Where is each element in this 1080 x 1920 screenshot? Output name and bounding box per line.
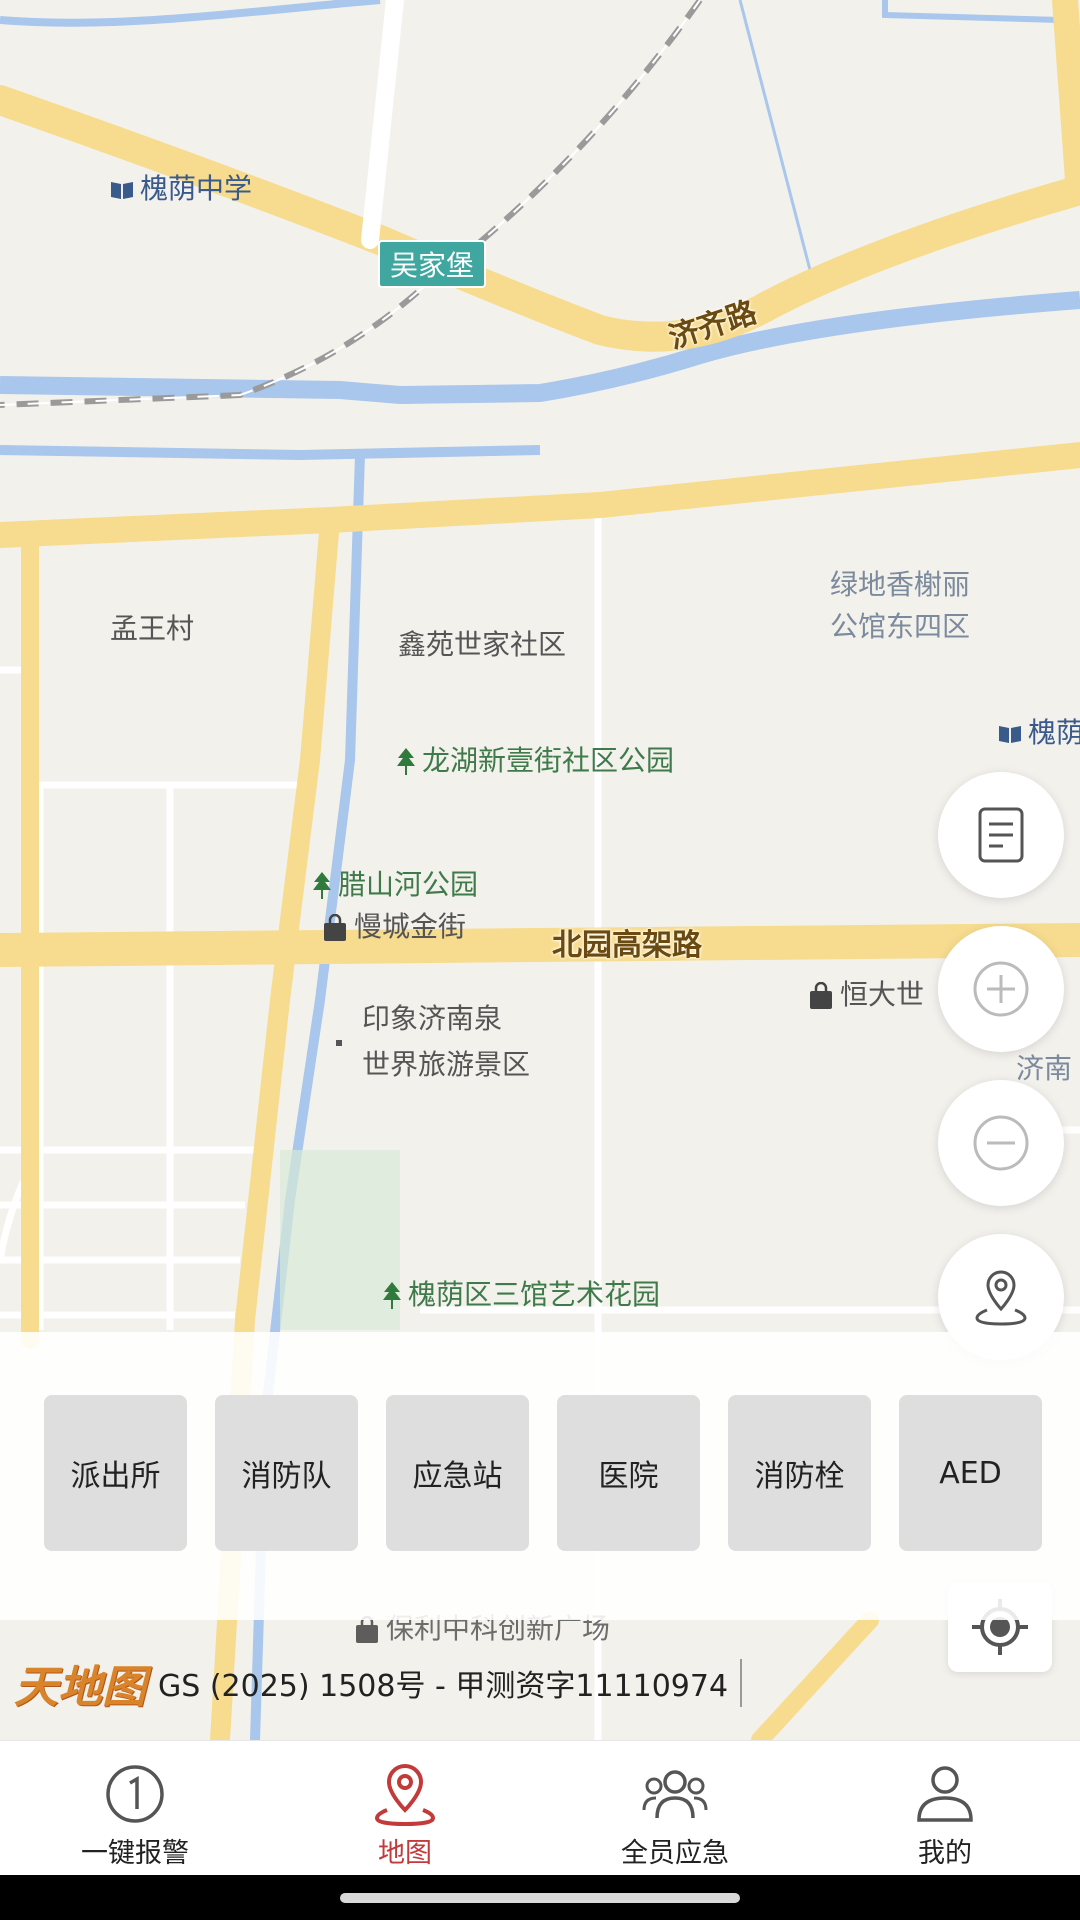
divider <box>740 1659 743 1707</box>
map-label-text: 腊山河公园 <box>338 868 479 901</box>
map-pin-icon <box>975 1270 1027 1326</box>
tianditu-logo: 天地图 <box>14 1662 146 1713</box>
map-label-text: 恒大世 <box>840 978 925 1011</box>
minus-circle-icon <box>973 1115 1029 1171</box>
document-icon <box>978 807 1024 863</box>
map-label-text: 世界旅游景区 <box>362 1047 531 1081</box>
nav-label: 全员应急 <box>621 1838 729 1869</box>
category-fire-brigade[interactable]: 消防队 <box>215 1395 358 1551</box>
home-indicator[interactable] <box>340 1893 740 1903</box>
zoom-out-button[interactable] <box>938 1080 1064 1206</box>
alarm-one-icon <box>106 1765 164 1823</box>
nav-label: 地图 <box>378 1838 432 1869</box>
shopping-bag-icon <box>324 914 346 941</box>
map-label-scenic[interactable]: 印象济南泉 世界旅游景区 <box>362 1002 530 1081</box>
category-emergency-station[interactable]: 应急站 <box>386 1395 529 1551</box>
plus-circle-icon <box>973 961 1029 1017</box>
legend-button[interactable] <box>938 772 1064 898</box>
map-label-text: 槐荫区三馆艺术花园 <box>408 1278 661 1311</box>
book-icon <box>111 182 133 199</box>
bottom-nav: 一键报警 地图 全员应急 我的 <box>0 1740 1080 1875</box>
map-label-text: 龙湖新壹街社区公园 <box>422 744 675 777</box>
tree-icon <box>383 1282 401 1309</box>
shopping-bag-icon <box>356 1616 378 1643</box>
map-label-text: 济南 <box>1016 1052 1073 1085</box>
nav-label: 我的 <box>918 1838 972 1869</box>
license-text: GS (2025) 1508号 - 甲测资字11110974 <box>158 1669 729 1704</box>
map-label-park[interactable]: 腊山河公园 <box>312 868 478 902</box>
category-fire-hydrant[interactable]: 消防栓 <box>728 1395 871 1551</box>
group-icon <box>642 1770 708 1819</box>
category-label: 应急站 <box>412 1459 503 1494</box>
station-badge[interactable]: 吴家堡 <box>378 240 487 288</box>
road-label: 北园高架路 <box>552 928 702 964</box>
map-label-community[interactable]: 鑫苑世家社区 <box>398 628 566 662</box>
map-label-school[interactable]: 槐荫 <box>998 716 1080 750</box>
category-label: 消防队 <box>241 1459 332 1494</box>
nav-map[interactable]: 地图 <box>270 1741 540 1876</box>
map-label-text: 慢城金街 <box>354 910 467 943</box>
map-label-text: 印象济南泉 <box>362 1002 503 1035</box>
map-label-shop[interactable]: 恒大世 <box>808 978 924 1012</box>
shopping-bag-icon <box>810 982 832 1009</box>
category-aed[interactable]: AED <box>899 1395 1042 1551</box>
user-icon <box>917 1766 973 1822</box>
zoom-in-button[interactable] <box>938 926 1064 1052</box>
map-label-text: 吴家堡 <box>390 249 475 282</box>
category-label: 派出所 <box>70 1459 161 1494</box>
map-label-text: 孟王村 <box>110 612 195 645</box>
nav-emergency[interactable]: 全员应急 <box>540 1741 810 1876</box>
nav-label: 一键报警 <box>81 1838 189 1869</box>
category-hospital[interactable]: 医院 <box>557 1395 700 1551</box>
map-label-text: 公馆东四区 <box>830 609 971 643</box>
map-label-text: 槐荫 <box>1028 716 1080 749</box>
map-label-text: 绿地香榭丽 <box>830 568 971 601</box>
book-icon <box>999 726 1021 743</box>
map-label-shop[interactable]: 慢城金街 <box>322 910 466 944</box>
category-label: 医院 <box>598 1459 659 1494</box>
map-label-greenland[interactable]: 绿地香榭丽 公馆东四区 <box>830 568 970 643</box>
nav-alarm[interactable]: 一键报警 <box>0 1741 270 1876</box>
map-label-text: 鑫苑世家社区 <box>398 628 567 661</box>
system-home-bar <box>0 1875 1080 1920</box>
category-bar: 派出所 消防队 应急站 医院 消防栓 AED <box>0 1332 1080 1620</box>
map-attribution: 天地图 GS (2025) 1508号 - 甲测资字11110974 <box>14 1650 743 1716</box>
map-label-park[interactable]: 槐荫区三馆艺术花园 <box>382 1278 660 1312</box>
tree-icon <box>313 872 331 899</box>
category-label: AED <box>939 1455 1002 1491</box>
category-label: 消防栓 <box>754 1459 845 1494</box>
map-label-park[interactable]: 龙湖新壹街社区公园 <box>396 744 674 778</box>
map-label-text: 槐荫中学 <box>140 172 253 205</box>
map-label-village[interactable]: 孟王村 <box>110 612 194 646</box>
tree-icon <box>397 748 415 775</box>
map-pin-icon <box>374 1763 436 1826</box>
nav-mine[interactable]: 我的 <box>810 1741 1080 1876</box>
map-label-school[interactable]: 槐荫中学 <box>110 172 252 206</box>
category-police-station[interactable]: 派出所 <box>44 1395 187 1551</box>
map-label-text: 北园高架路 <box>552 928 702 963</box>
